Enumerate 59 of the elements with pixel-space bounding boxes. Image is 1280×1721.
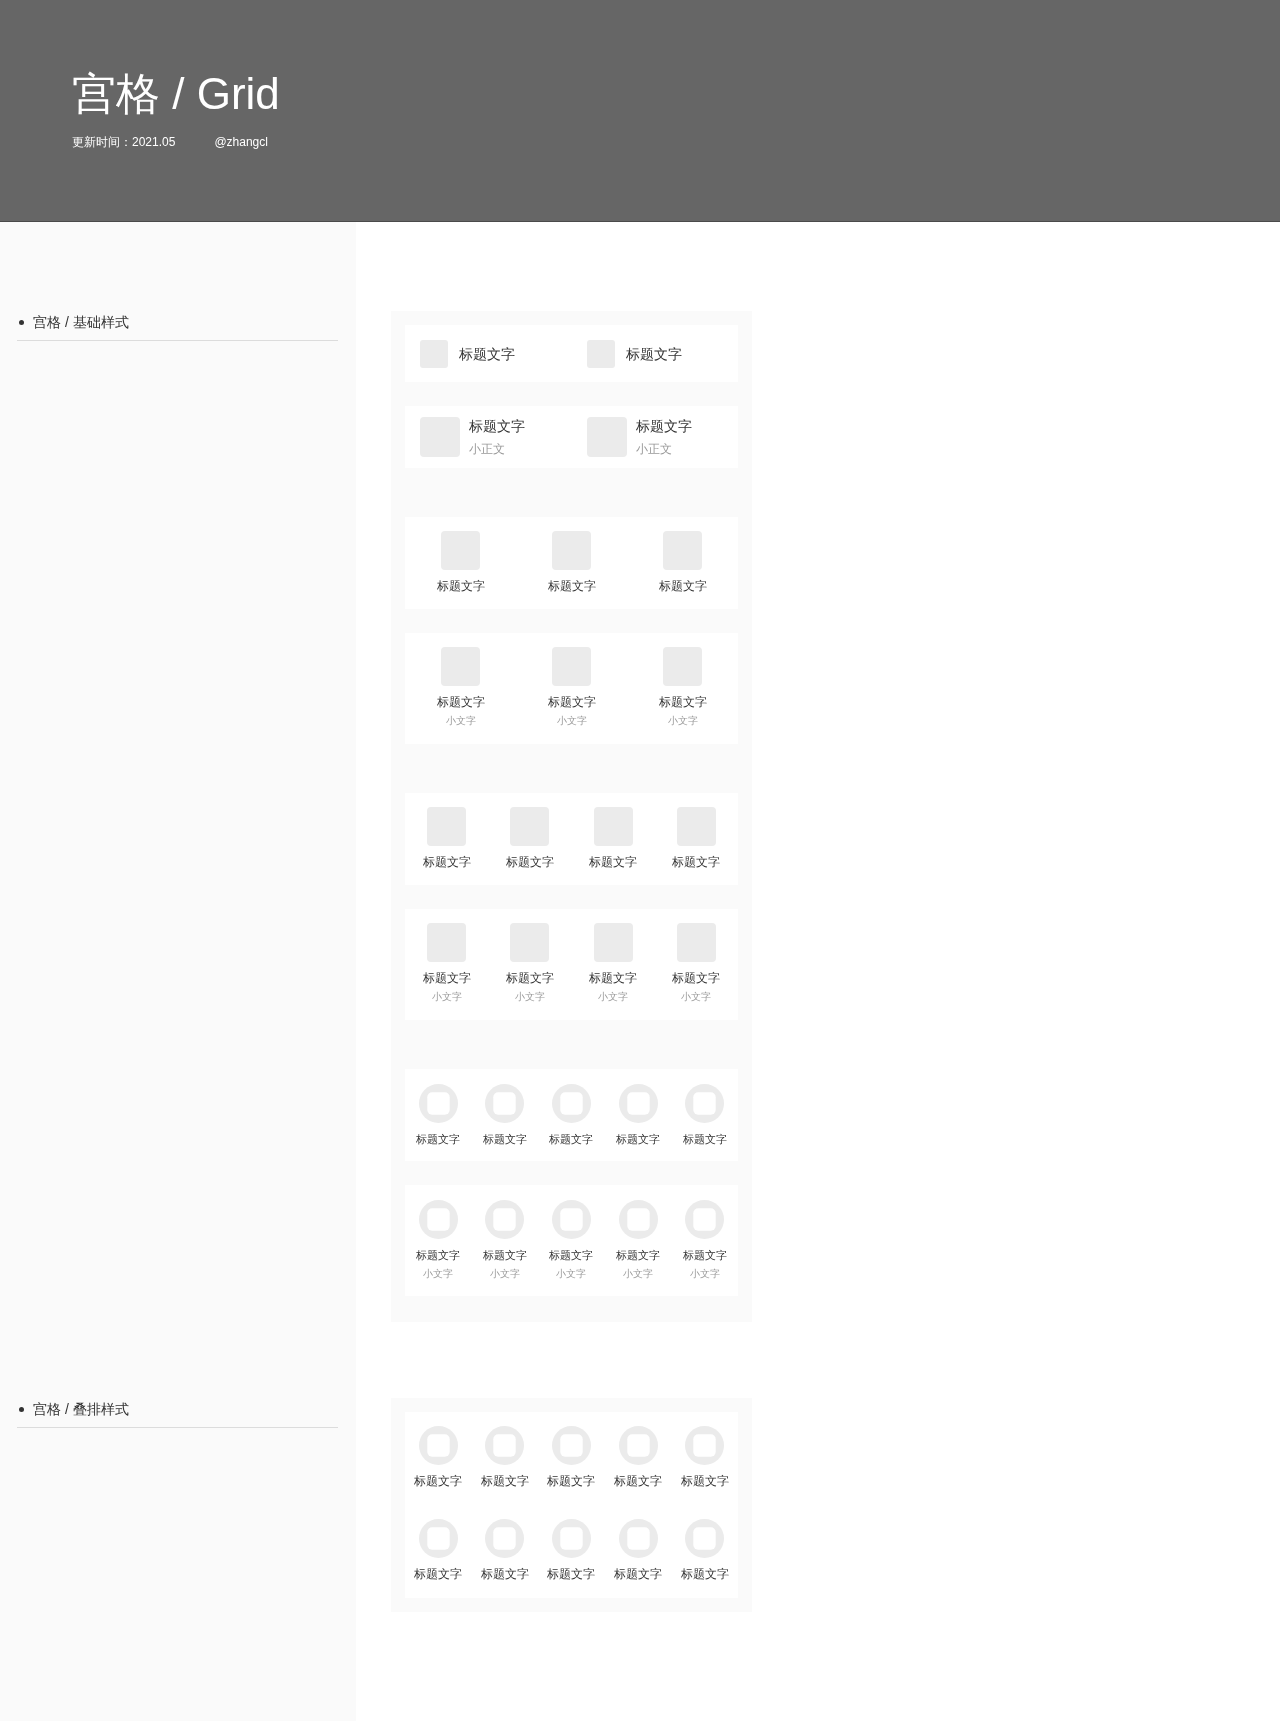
item-title: 标题文字	[547, 1473, 596, 1489]
author-handle: @zhangcl	[214, 134, 268, 150]
item-title: 标题文字	[436, 578, 485, 594]
item-title: 标题文字	[414, 1566, 463, 1582]
item-title: 标题文字	[549, 1248, 594, 1263]
section-heading: 宫格 / 叠排样式	[33, 1400, 129, 1419]
item-title: 标题文字	[505, 854, 554, 870]
item-title: 标题文字	[589, 854, 638, 870]
item-title: 标题文字	[625, 345, 682, 363]
item-title: 标题文字	[547, 1566, 596, 1582]
item-title: 标题文字	[422, 970, 471, 986]
item-title: 标题文字	[547, 694, 596, 710]
item-title: 标题文字	[680, 1473, 729, 1489]
item-title: 标题文字	[436, 694, 485, 710]
item-subtitle: 小文字	[556, 1267, 587, 1281]
item-title: 标题文字	[614, 1473, 663, 1489]
item-title: 标题文字	[672, 970, 721, 986]
item-title: 标题文字	[614, 1566, 663, 1582]
update-date: 更新时间：2021.05	[72, 134, 176, 150]
item-title: 标题文字	[547, 578, 596, 594]
bullet-icon	[19, 319, 24, 325]
item-title: 标题文字	[414, 1473, 463, 1489]
item-subtitle: 小文字	[681, 990, 712, 1004]
item-title: 标题文字	[682, 1132, 727, 1147]
item-title: 标题文字	[480, 1566, 529, 1582]
item-title: 标题文字	[658, 694, 707, 710]
item-title: 标题文字	[616, 1248, 661, 1263]
item-subtitle: 小文字	[623, 1267, 654, 1281]
item-title: 标题文字	[549, 1132, 594, 1147]
item-title: 标题文字	[469, 417, 525, 435]
item-title: 标题文字	[416, 1248, 461, 1263]
bullet-icon	[19, 1406, 24, 1412]
item-title: 标题文字	[459, 345, 515, 363]
item-title: 标题文字	[635, 417, 692, 435]
item-subtitle: 小文字	[667, 714, 698, 728]
section-heading: 宫格 / 基础样式	[33, 313, 129, 332]
item-subtitle: 小文字	[489, 1267, 520, 1281]
item-title: 标题文字	[416, 1132, 461, 1147]
item-subtitle: 小文字	[514, 990, 545, 1004]
item-title: 标题文字	[616, 1132, 661, 1147]
item-title: 标题文字	[672, 854, 721, 870]
item-subtitle: 小文字	[689, 1267, 720, 1281]
item-subtitle: 小文字	[556, 714, 587, 728]
item-title: 标题文字	[682, 1248, 727, 1263]
item-subtitle: 小文字	[423, 1267, 454, 1281]
item-subtitle: 小文字	[431, 990, 462, 1004]
item-title: 标题文字	[480, 1473, 529, 1489]
item-title: 标题文字	[505, 970, 554, 986]
item-subtitle: 小文字	[598, 990, 629, 1004]
item-title: 标题文字	[482, 1248, 527, 1263]
item-title: 标题文字	[422, 854, 471, 870]
item-subtitle: 小文字	[445, 714, 476, 728]
item-title: 标题文字	[680, 1566, 729, 1582]
item-title: 标题文字	[589, 970, 638, 986]
item-title: 标题文字	[658, 578, 707, 594]
item-subtitle: 小正文	[635, 441, 673, 457]
item-title: 标题文字	[482, 1132, 527, 1147]
item-subtitle: 小正文	[469, 441, 506, 457]
page-title: 宫格 / Grid	[72, 68, 281, 120]
